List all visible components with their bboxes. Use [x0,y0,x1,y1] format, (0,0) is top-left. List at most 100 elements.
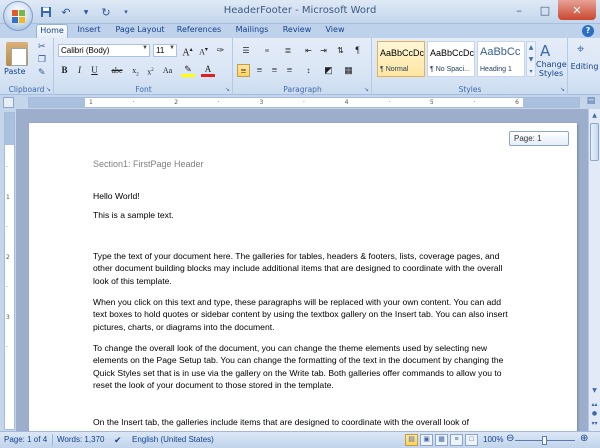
font-name-combo[interactable]: Calibri (Body) ▼ [58,44,150,57]
clear-formatting-icon[interactable]: ✑ [214,44,227,57]
copy-icon[interactable]: ❐ [38,55,46,65]
horizontal-ruler[interactable]: 1 · 2 · 3 · 4 · 5 · 6 [28,97,580,108]
ruler-left-margin [29,98,85,107]
office-button[interactable] [3,1,33,31]
vertical-ruler[interactable]: · 1 · 2 · 3 · [4,112,15,430]
line-spacing-icon[interactable]: ↕ [302,64,315,77]
styles-gallery-scroll[interactable]: ▲ ▼ ▾ [526,41,536,77]
print-layout-view-icon[interactable]: ▤ [405,434,418,446]
zoom-in-icon[interactable]: ⊕ [580,433,588,444]
body-line-2[interactable]: This is a sample text. [93,209,511,221]
font-size-combo[interactable]: 11 ▼ [153,44,177,57]
body-paragraph-2[interactable]: When you click on this text and type, th… [93,296,511,333]
zoom-level[interactable]: 100% [483,435,503,444]
tab-home[interactable]: Home [36,24,68,38]
tab-selector-icon[interactable] [3,97,14,108]
superscript-icon[interactable]: x2 [144,64,157,77]
increase-indent-icon[interactable]: ⇥ [317,44,330,57]
tab-insert[interactable]: Insert [74,24,104,38]
style-sample: AaBbCc [480,46,521,58]
numbering-icon[interactable]: ≡ [258,44,276,57]
bold-icon[interactable]: B [58,64,71,77]
styles-group-label: Styles [458,85,482,94]
scroll-down-icon[interactable]: ▼ [589,385,600,396]
body-paragraph-1[interactable]: Type the text of your document here. The… [93,250,511,287]
cut-icon[interactable]: ✂ [38,42,46,52]
change-styles-icon[interactable]: A [540,42,550,60]
multilevel-list-icon[interactable]: ≣ [279,44,297,57]
dialog-launcher-icon[interactable]: ↘ [364,86,369,93]
dialog-launcher-icon[interactable]: ↘ [225,86,230,93]
strikethrough-icon[interactable]: abc [107,64,127,77]
font-color-icon[interactable]: A [201,64,215,77]
tab-view[interactable]: View [322,24,348,38]
change-styles-label-1: Change [536,60,567,69]
body-line-1[interactable]: Hello World! [93,190,511,202]
tab-references[interactable]: References [175,24,223,38]
minimize-button[interactable]: – [506,0,532,20]
zoom-out-icon[interactable]: ⊖ [506,433,514,444]
change-styles-button[interactable]: Change Styles [536,60,567,78]
body-paragraph-3[interactable]: To change the overall look of the docume… [93,342,511,391]
tab-mailings[interactable]: Mailings [232,24,272,38]
binoculars-icon[interactable]: ⌖ [577,42,584,57]
decrease-indent-icon[interactable]: ⇤ [302,44,315,57]
view-ruler-icon[interactable]: ▤ [585,96,597,108]
dialog-launcher-icon[interactable]: ↘ [46,86,51,93]
ruler-ticks: 1 · 2 · 3 · 4 · 5 · 6 [89,99,519,106]
editing-group: ⌖ Editing [569,38,600,95]
shading-icon[interactable]: ◩ [322,64,335,77]
status-page[interactable]: Page: 1 of 4 [4,435,47,444]
shrink-font-icon[interactable]: A▾ [197,44,210,57]
style-normal[interactable]: AaBbCcDc ¶ Normal [377,41,425,77]
borders-icon[interactable]: ▦ [342,64,355,77]
styles-group: AaBbCcDc ¶ Normal AaBbCcDc ¶ No Spaci...… [373,38,568,95]
next-page-icon[interactable]: ▾▾ [589,418,600,429]
restore-button[interactable]: □ [532,0,558,20]
paste-button[interactable]: Paste [4,67,26,76]
page-header[interactable]: Section1: FirstPage Header [93,159,204,169]
close-button[interactable]: ✕ [558,0,596,20]
align-center-icon[interactable]: ≡ [253,64,266,77]
help-icon[interactable]: ? [582,25,594,37]
office-logo-icon [12,10,25,23]
status-words[interactable]: Words: 1,370 [57,435,104,444]
justify-icon[interactable]: ≡ [283,64,296,77]
style-no-spacing[interactable]: AaBbCcDc ¶ No Spaci... [427,41,475,77]
sort-icon[interactable]: ⇅ [334,44,347,57]
italic-icon[interactable]: I [73,64,86,77]
scroll-up-icon[interactable]: ▲ [589,110,600,121]
highlight-icon[interactable]: ✎ [181,64,195,77]
format-painter-icon[interactable]: ✎ [38,68,46,78]
paste-icon[interactable] [6,42,28,66]
zoom-slider-handle[interactable] [542,436,547,445]
dialog-launcher-icon[interactable]: ↘ [560,86,565,93]
underline-icon[interactable]: U [88,64,101,77]
font-group: Calibri (Body) ▼ 11 ▼ A▴ A▾ ✑ B I U abc … [55,38,233,95]
tab-review[interactable]: Review [281,24,313,38]
web-layout-view-icon[interactable]: ▦ [435,434,448,446]
subscript-icon[interactable]: x2 [129,64,142,78]
paragraph-group-label: Paragraph [283,85,322,94]
body-paragraph-4[interactable]: On the Insert tab, the galleries include… [93,416,511,428]
outline-view-icon[interactable]: ≡ [450,434,463,446]
style-sample: AaBbCcDc [380,48,425,58]
proofing-icon[interactable]: ✔ [114,435,122,446]
show-marks-icon[interactable]: ¶ [351,44,364,57]
document-page[interactable]: Section1: FirstPage Header Hello World! … [29,123,577,431]
vertical-scrollbar[interactable]: ▲ ▼ ▴▴ ● ▾▾ [588,109,600,431]
scroll-thumb[interactable] [590,123,599,161]
draft-view-icon[interactable]: □ [465,434,478,446]
align-right-icon[interactable]: ≡ [268,64,281,77]
tab-page-layout[interactable]: Page Layout [113,24,167,38]
change-styles-label-2: Styles [538,69,564,78]
change-case-icon[interactable]: Aa [161,64,174,77]
bullets-icon[interactable]: ☰ [237,44,255,57]
editing-button[interactable]: Editing [569,62,600,71]
vruler-ticks: · 1 · 2 · 3 · [6,164,10,351]
full-screen-reading-view-icon[interactable]: ▣ [420,434,433,446]
grow-font-icon[interactable]: A▴ [181,44,194,58]
status-language[interactable]: English (United States) [132,435,214,444]
align-left-icon[interactable]: ≡ [237,64,250,77]
style-heading-1[interactable]: AaBbCc Heading 1 [477,41,525,77]
